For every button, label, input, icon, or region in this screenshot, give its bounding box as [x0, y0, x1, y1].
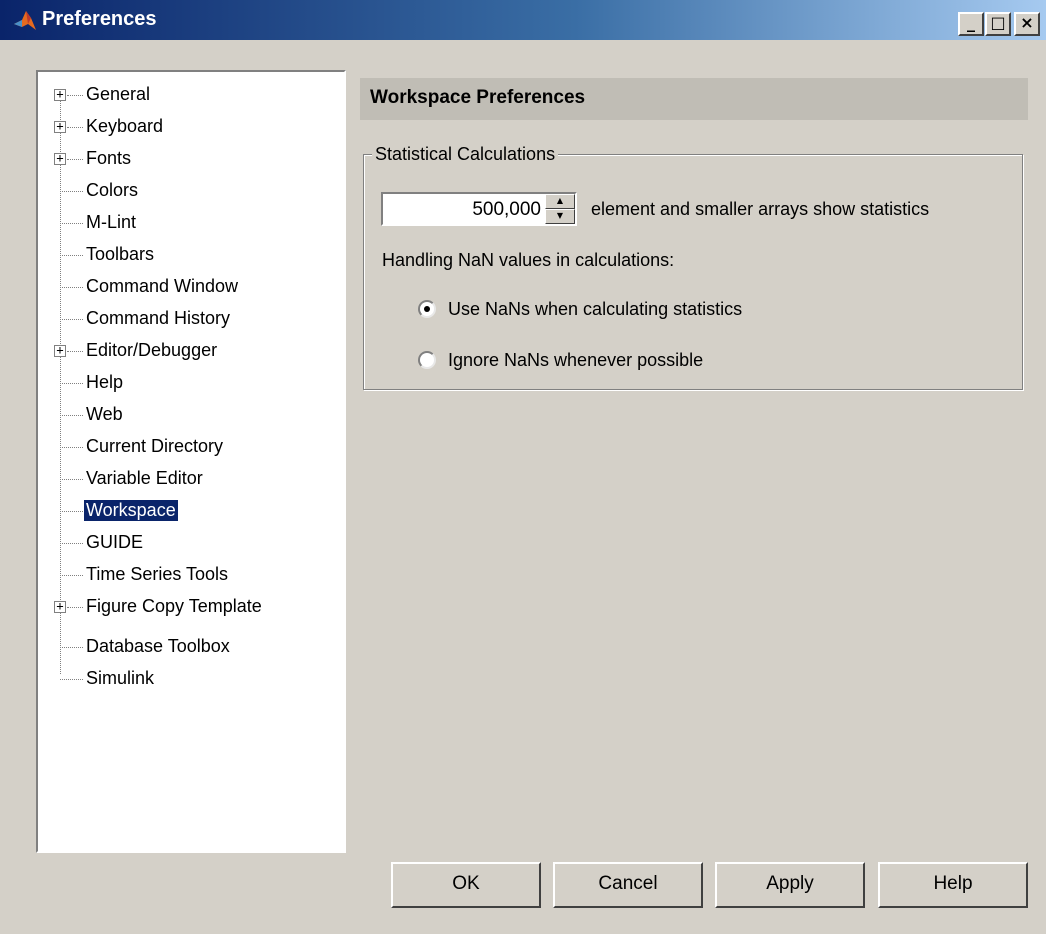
- help-button[interactable]: Help: [878, 862, 1028, 908]
- use-nans-label[interactable]: Use NaNs when calculating statistics: [448, 299, 742, 320]
- tree-connector-line: [60, 511, 83, 512]
- radio-selected-dot: [424, 306, 430, 312]
- matlab-logo-icon: [14, 11, 36, 30]
- tree-item[interactable]: Workspace: [38, 496, 338, 526]
- expand-plus-icon[interactable]: +: [54, 152, 66, 165]
- tree-connector-line: [60, 287, 83, 288]
- radio-button-icon[interactable]: [418, 300, 436, 318]
- title-bar[interactable]: Preferences _ □ ×: [0, 0, 1046, 40]
- tree-item-label[interactable]: Database Toolbox: [84, 636, 232, 657]
- cancel-button[interactable]: Cancel: [553, 862, 703, 908]
- expand-plus-icon[interactable]: +: [54, 88, 66, 101]
- close-button[interactable]: ×: [1014, 12, 1040, 36]
- tree-connector-line: [60, 543, 83, 544]
- tree-item[interactable]: Command History: [38, 304, 338, 334]
- tree-item-label[interactable]: Fonts: [84, 148, 133, 169]
- tree-item[interactable]: + Keyboard: [38, 112, 338, 142]
- tree-item[interactable]: Variable Editor: [38, 464, 338, 494]
- tree-item[interactable]: + Editor/Debugger: [38, 336, 338, 366]
- tree-item[interactable]: + General: [38, 80, 338, 110]
- panel-header-title: Workspace Preferences: [370, 87, 586, 108]
- tree-connector-line: [60, 479, 83, 480]
- tree-item[interactable]: Command Window: [38, 272, 338, 302]
- tree-connector-line: [60, 319, 83, 320]
- tree-item[interactable]: Toolbars: [38, 240, 338, 270]
- tree-item[interactable]: Web: [38, 400, 338, 430]
- preferences-dialog: Preferences _ □ × + General + Keyboard + Font…: [0, 0, 1046, 934]
- tree-connector-line: [67, 159, 83, 160]
- ok-button[interactable]: OK: [391, 862, 541, 908]
- tree-item[interactable]: + Fonts: [38, 144, 338, 174]
- tree-item-label[interactable]: Simulink: [84, 668, 156, 689]
- tree-connector-line: [67, 607, 83, 608]
- tree-item[interactable]: GUIDE: [38, 528, 338, 558]
- tree-item-label[interactable]: Keyboard: [84, 116, 165, 137]
- tree-item-label[interactable]: Toolbars: [84, 244, 156, 265]
- tree-item-label[interactable]: General: [84, 84, 152, 105]
- tree-item-label[interactable]: Help: [84, 372, 125, 393]
- tree-connector-line: [60, 255, 83, 256]
- tree-item[interactable]: Time Series Tools: [38, 560, 338, 590]
- tree-item-label[interactable]: Time Series Tools: [84, 564, 230, 585]
- tree-connector-line: [60, 415, 83, 416]
- expand-plus-icon[interactable]: +: [54, 600, 66, 613]
- tree-item-label[interactable]: Workspace: [84, 500, 178, 521]
- spinner-value[interactable]: 500,000: [472, 199, 541, 221]
- tree-item-label[interactable]: Figure Copy Template: [84, 596, 264, 617]
- tree-connector-line: [67, 127, 83, 128]
- tree-item-label[interactable]: M-Lint: [84, 212, 138, 233]
- tree-item[interactable]: M-Lint: [38, 208, 338, 238]
- tree-connector-line: [60, 575, 83, 576]
- tree-connector-line: [60, 647, 83, 648]
- spinner-down-icon[interactable]: ▼: [545, 209, 575, 224]
- tree-connector-line: [67, 95, 83, 96]
- tree-item[interactable]: Simulink: [38, 664, 338, 694]
- tree-item-label[interactable]: Current Directory: [84, 436, 225, 457]
- tree-item-label[interactable]: GUIDE: [84, 532, 145, 553]
- group-title: Statistical Calculations: [372, 144, 559, 165]
- nan-handling-label: Handling NaN values in calculations:: [382, 250, 675, 270]
- tree-item[interactable]: Colors: [38, 176, 338, 206]
- tree-connector-line: [60, 679, 83, 680]
- tree-item[interactable]: Database Toolbox: [38, 632, 338, 662]
- spinner-up-icon[interactable]: ▲: [545, 194, 575, 209]
- expand-plus-icon[interactable]: +: [54, 344, 66, 357]
- tree-item-label[interactable]: Variable Editor: [84, 468, 205, 489]
- tree-item[interactable]: + Figure Copy Template: [38, 592, 338, 622]
- tree-connector-line: [67, 351, 83, 352]
- tree-item[interactable]: Help: [38, 368, 338, 398]
- minimize-button[interactable]: _: [958, 12, 984, 36]
- ignore-nans-label[interactable]: Ignore NaNs whenever possible: [448, 350, 703, 371]
- panel-header: Workspace Preferences: [360, 78, 1028, 120]
- tree-item-label[interactable]: Command History: [84, 308, 232, 329]
- radio-button-icon[interactable]: [418, 351, 436, 369]
- window-title: Preferences: [42, 8, 157, 30]
- spinner-suffix-label: element and smaller arrays show statisti…: [591, 199, 930, 219]
- tree-item-label[interactable]: Editor/Debugger: [84, 340, 219, 361]
- maximize-button[interactable]: □: [985, 12, 1011, 36]
- tree-connector-line: [60, 383, 83, 384]
- tree-connector-line: [60, 191, 83, 192]
- tree-connector-line: [60, 447, 83, 448]
- tree-item-label[interactable]: Colors: [84, 180, 140, 201]
- tree-item-label[interactable]: Web: [84, 404, 125, 425]
- tree-item[interactable]: Current Directory: [38, 432, 338, 462]
- preferences-tree[interactable]: + General + Keyboard + Fonts Colors M-Lint Toolb…: [36, 70, 346, 853]
- expand-plus-icon[interactable]: +: [54, 120, 66, 133]
- array-size-spinner[interactable]: 500,000 ▲ ▼: [381, 192, 577, 226]
- tree-item-label[interactable]: Command Window: [84, 276, 240, 297]
- tree-connector-line: [60, 223, 83, 224]
- apply-button[interactable]: Apply: [715, 862, 865, 908]
- spinner-buttons: ▲ ▼: [545, 194, 575, 224]
